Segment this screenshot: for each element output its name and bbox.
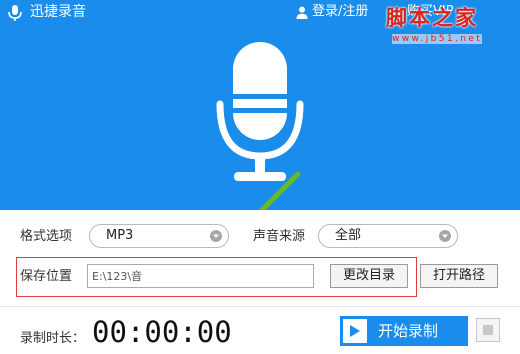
- login-register-link[interactable]: 登录/注册: [312, 3, 368, 21]
- source-select-value: 全部: [335, 228, 362, 243]
- watermark-url: www.jb51.net: [392, 34, 483, 44]
- duration-timer: 00:00:00: [92, 315, 232, 349]
- change-directory-button[interactable]: 更改目录: [330, 264, 408, 288]
- chevron-down-icon: [439, 230, 451, 242]
- microphone-icon: [216, 42, 304, 181]
- stop-button[interactable]: [476, 318, 500, 342]
- play-icon: [350, 325, 360, 337]
- app-title: 迅捷录音: [30, 4, 86, 20]
- format-label: 格式选项: [20, 229, 73, 244]
- app-mic-icon: [8, 5, 22, 21]
- save-path-input[interactable]: [87, 264, 314, 288]
- open-path-button[interactable]: 打开路径: [420, 264, 498, 288]
- format-select[interactable]: MP3: [89, 224, 229, 248]
- duration-label: 录制时长：: [20, 331, 86, 346]
- user-icon[interactable]: [296, 6, 308, 19]
- watermark-title: 脚本之家: [386, 5, 478, 30]
- source-label: 声音来源: [253, 229, 306, 244]
- save-location-label: 保存位置: [20, 269, 73, 284]
- stop-icon: [483, 325, 493, 335]
- start-recording-label: 开始录制: [378, 322, 439, 340]
- source-select[interactable]: 全部: [318, 224, 458, 248]
- start-recording-button[interactable]: 开始录制: [340, 316, 468, 346]
- divider: [0, 306, 520, 307]
- play-icon-box: [343, 319, 367, 343]
- chevron-down-icon: [210, 230, 222, 242]
- format-select-value: MP3: [106, 228, 134, 243]
